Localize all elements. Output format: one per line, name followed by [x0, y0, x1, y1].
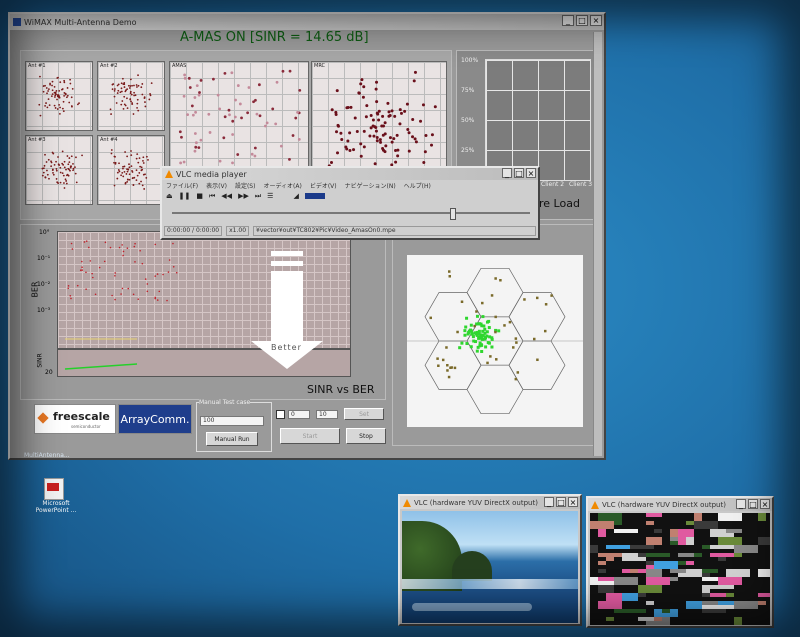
ber-caption: SINR vs BER: [307, 383, 375, 396]
load-label: re Load: [539, 197, 580, 210]
desktop-icon-powerpoint[interactable]: Microsoft PowerPoint ...: [30, 478, 80, 518]
taskbar-item[interactable]: MultiAntenna...: [24, 452, 70, 459]
headline: A-MAS ON [SINR = 14.65 dB]: [180, 30, 369, 45]
vlc-minimize-button[interactable]: _: [502, 168, 512, 178]
arraycomm-logo: ArrayComm.: [118, 404, 192, 434]
freescale-mark-icon: [37, 412, 49, 424]
vlc-menu-bar: ファイル(F) 表示(V) 設定(S) オーディオ(A) ビデオ(V) ナビゲー…: [166, 181, 431, 190]
eject-icon[interactable]: ⏏: [166, 192, 173, 201]
vlc-output-2-minimize[interactable]: _: [736, 499, 746, 509]
stop-button[interactable]: Stop: [346, 428, 386, 444]
vlc-output-window-2[interactable]: VLC (hardware YUV DirectX output) _ □ ×: [586, 496, 774, 628]
param-field-2[interactable]: 10: [316, 410, 338, 419]
cell-map-panel: [392, 224, 602, 446]
volume-icon[interactable]: ◢: [293, 192, 298, 201]
vlc-status-speed: x1.00: [226, 226, 250, 236]
skip-forward-icon[interactable]: ⏭: [255, 192, 261, 201]
ber-ytick-3: 10⁻²: [37, 281, 51, 288]
vlc-player-window[interactable]: VLC media player _ □ × ファイル(F) 表示(V) 設定(…: [160, 166, 540, 240]
load-tick-100: 100%: [461, 57, 479, 64]
stop-icon[interactable]: ■: [196, 192, 203, 201]
manual-test-label: Manual Test case: [199, 399, 251, 406]
vlc-output-1-titlebar[interactable]: VLC (hardware YUV DirectX output) _ □ ×: [400, 496, 580, 509]
forward-icon[interactable]: ▶▶: [238, 192, 249, 201]
load-client3: Client 3: [569, 181, 593, 188]
menu-video[interactable]: ビデオ(V): [310, 181, 337, 190]
desktop-icon-label: Microsoft PowerPoint ...: [35, 500, 77, 514]
load-tick-75: 75%: [461, 87, 475, 94]
menu-view[interactable]: 表示(V): [206, 181, 227, 190]
cell-map: [407, 255, 583, 427]
vlc-output-2-maximize[interactable]: □: [748, 499, 758, 509]
vlc-toolbar: ⏏ ❚❚ ■ ⏮ ◀◀ ▶▶ ⏭ ☰ ◢: [166, 192, 325, 201]
vlc-output-2-cone-icon: [591, 500, 599, 509]
minimize-button[interactable]: _: [562, 15, 574, 26]
menu-file[interactable]: ファイル(F): [166, 181, 198, 190]
vlc-status-bar: 0:00:00 / 0:00:00 x1.00 ¥vector¥out¥TC80…: [164, 226, 536, 236]
vlc-player-titlebar[interactable]: VLC media player _ □ ×: [162, 168, 538, 180]
freescale-logo: freescale semiconductor: [34, 404, 116, 434]
vlc-output-1-minimize[interactable]: _: [544, 497, 554, 507]
app-icon: [13, 18, 21, 26]
rewind-icon[interactable]: ◀◀: [221, 192, 232, 201]
vlc-status-time: 0:00:00 / 0:00:00: [164, 226, 223, 236]
sinr-label: SINR: [36, 353, 44, 368]
load-grid: [485, 59, 591, 181]
ber-ytick-4: 10⁻³: [37, 307, 51, 314]
freescale-text: freescale: [53, 410, 110, 423]
vlc-cone-icon: [165, 170, 173, 178]
ber-panel: BER 10° 10⁻¹ 10⁻² 10⁻³ SINR 20 Better SI…: [20, 224, 386, 400]
ber-scatter: [64, 240, 178, 370]
ber-ytick-2: 10⁻¹: [37, 255, 51, 262]
vlc-player-title: VLC media player: [176, 169, 247, 179]
vlc-output-2-title: VLC (hardware YUV DirectX output): [602, 500, 726, 509]
manual-run-button[interactable]: Manual Run: [206, 432, 258, 446]
start-button[interactable]: Start: [280, 428, 340, 444]
vlc-seek-handle[interactable]: [450, 208, 456, 220]
arraycomm-text: ArrayComm.: [120, 412, 190, 426]
load-client2: Client 2: [541, 181, 565, 188]
param-field-1[interactable]: 0: [288, 410, 310, 419]
vlc-output-1-video: [402, 511, 578, 623]
main-window-titlebar[interactable]: WiMAX Multi-Antenna Demo _ □ ×: [10, 14, 604, 30]
menu-navigation[interactable]: ナビゲーション(N): [345, 181, 396, 190]
vlc-output-1-title: VLC (hardware YUV DirectX output): [414, 498, 538, 507]
menu-settings[interactable]: 設定(S): [235, 181, 256, 190]
window-title: WiMAX Multi-Antenna Demo: [24, 17, 137, 27]
vlc-output-1-close[interactable]: ×: [568, 497, 578, 507]
menu-audio[interactable]: オーディオ(A): [263, 181, 301, 190]
ber-ytick-1: 10°: [39, 229, 50, 236]
vlc-output-1-maximize[interactable]: □: [556, 497, 566, 507]
pause-icon[interactable]: ❚❚: [179, 192, 191, 201]
vlc-output-2-close[interactable]: ×: [760, 499, 770, 509]
menu-help[interactable]: ヘルプ(H): [404, 181, 431, 190]
set-button[interactable]: Set: [344, 408, 384, 420]
vlc-close-button[interactable]: ×: [526, 168, 536, 178]
freescale-subtext: semiconductor: [71, 424, 101, 429]
vlc-maximize-button[interactable]: □: [514, 168, 524, 178]
skip-back-icon[interactable]: ⏮: [209, 192, 215, 201]
vlc-output-window-1[interactable]: VLC (hardware YUV DirectX output) _ □ ×: [398, 494, 582, 626]
load-tick-25: 25%: [461, 147, 475, 154]
sinr-tick: 20: [45, 369, 53, 376]
vlc-output-1-cone-icon: [403, 498, 411, 507]
vlc-status-file: ¥vector¥out¥TC802¥Pic¥Video_AmasOn0.mpe: [253, 226, 536, 236]
manual-test-input[interactable]: 100: [200, 416, 264, 426]
load-tick-50: 50%: [461, 117, 475, 124]
scrollbar-right[interactable]: [593, 32, 602, 456]
pdf-file-icon: [44, 478, 64, 500]
close-button[interactable]: ×: [590, 15, 602, 26]
vlc-seek-track[interactable]: [172, 212, 530, 214]
option-checkbox[interactable]: [276, 410, 285, 419]
vlc-output-2-titlebar[interactable]: VLC (hardware YUV DirectX output) _ □ ×: [588, 498, 772, 511]
playlist-icon[interactable]: ☰: [267, 192, 273, 201]
vlc-output-2-video: [590, 513, 770, 625]
volume-bar[interactable]: [304, 193, 325, 199]
maximize-button[interactable]: □: [576, 15, 588, 26]
